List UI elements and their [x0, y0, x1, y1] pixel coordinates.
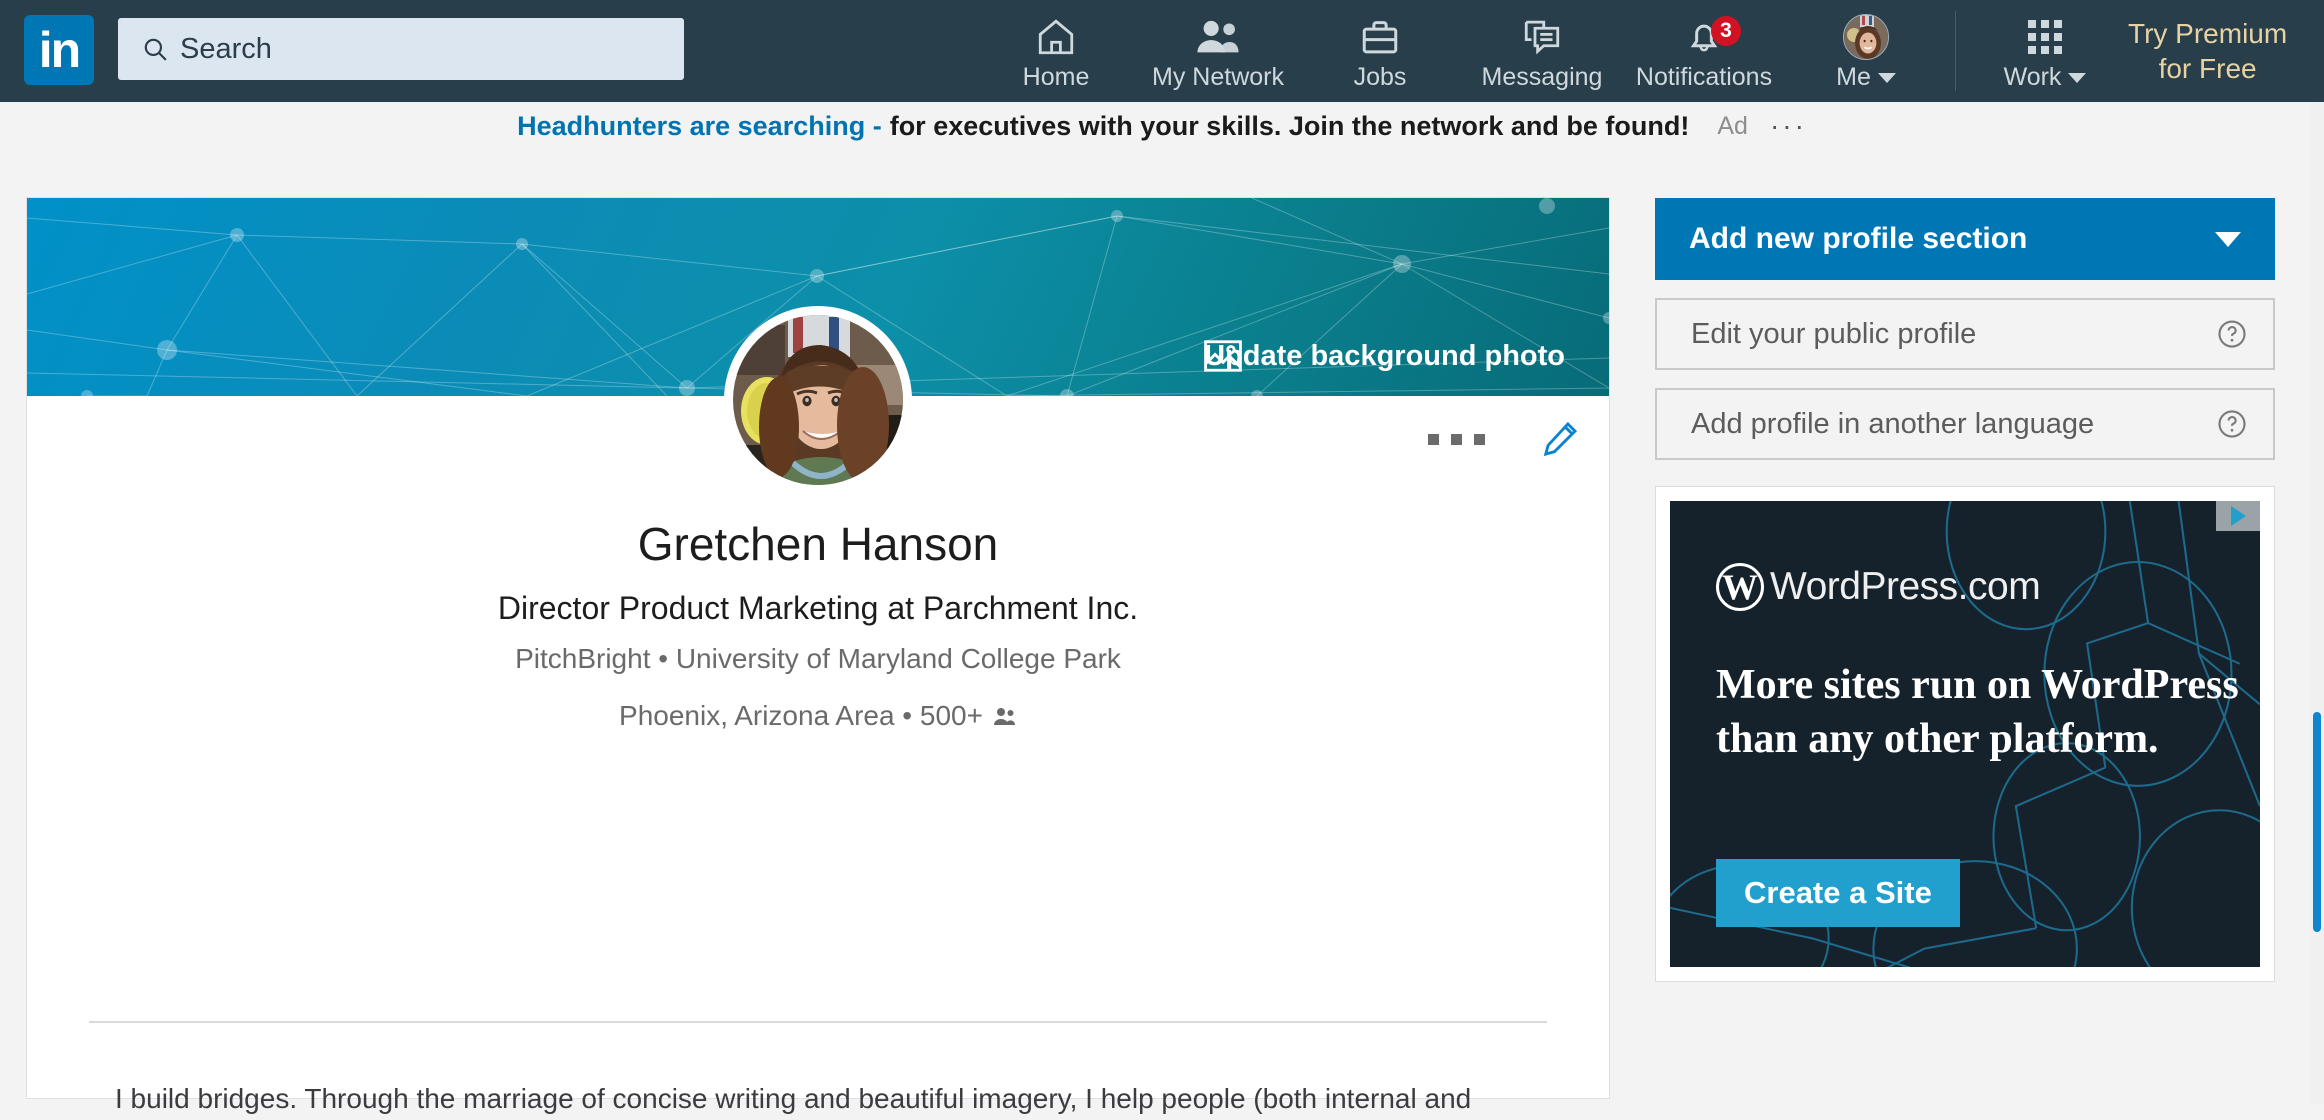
right-rail: Add new profile section Edit your public…	[1655, 198, 2275, 982]
sponsored-banner-link[interactable]: Headhunters are searching -	[517, 111, 882, 142]
create-a-site-button[interactable]: Create a Site	[1716, 859, 1960, 927]
search-icon	[144, 38, 167, 61]
add-profile-another-language-button[interactable]: Add profile in another language	[1655, 388, 2275, 460]
update-background-photo-button[interactable]: Update background photo	[1204, 340, 1565, 373]
edit-public-profile-label: Edit your public profile	[1691, 317, 1977, 350]
wordpress-logo: W WordPress.com	[1716, 563, 2041, 611]
linkedin-logo[interactable]: in	[24, 15, 94, 85]
notifications-badge: 3	[1711, 16, 1741, 46]
try-premium-line1: Try Premium	[2128, 18, 2288, 49]
help-circle-icon[interactable]	[2217, 409, 2247, 439]
profile-identity: Gretchen Hanson Director Product Marketi…	[27, 516, 1609, 732]
wordpress-mark-icon: W	[1716, 563, 1764, 611]
profile-divider	[89, 1021, 1547, 1023]
page-scrollbar-thumb[interactable]	[2313, 712, 2321, 932]
ad-tag: Ad	[1717, 111, 1748, 140]
sponsored-banner-body: for executives with your skills. Join th…	[889, 110, 1690, 141]
avatar-icon	[1843, 14, 1889, 60]
nav-label-work-text: Work	[2003, 63, 2062, 91]
profile-actions	[1428, 420, 1579, 458]
linkedin-logo-text: in	[38, 22, 81, 78]
profile-name: Gretchen Hanson	[637, 518, 999, 570]
advertisement-card[interactable]: W WordPress.com More sites run on WordPr…	[1655, 486, 2275, 982]
edit-public-profile-button[interactable]: Edit your public profile	[1655, 298, 2275, 370]
top-navigation-bar: in Search Home My Network Jobs Messaging…	[0, 0, 2324, 102]
nav-item-my-network[interactable]: My Network	[1137, 0, 1299, 102]
image-icon	[1204, 340, 1242, 372]
advertisement-creative: W WordPress.com More sites run on WordPr…	[1670, 501, 2260, 967]
people-icon	[1194, 14, 1242, 60]
help-circle-icon[interactable]	[2217, 319, 2247, 349]
briefcase-icon	[1359, 14, 1401, 60]
profile-more-actions-button[interactable]	[1428, 433, 1485, 445]
profile-photo[interactable]	[724, 306, 912, 494]
profile-location-text: Phoenix, Arizona Area • 500+	[619, 700, 983, 732]
nav-items: Home My Network Jobs Messaging 3 Notific…	[975, 0, 2126, 102]
nav-label-my-network: My Network	[1152, 63, 1284, 91]
search-input[interactable]: Search	[118, 18, 684, 80]
ad-overflow-menu[interactable]: ···	[1770, 110, 1807, 142]
profile-card: Update background photo Gretchen Hanson …	[27, 198, 1609, 1114]
nav-item-messaging[interactable]: Messaging	[1461, 0, 1623, 102]
nav-label-work: Work	[2004, 63, 2087, 92]
nav-item-me[interactable]: Me	[1785, 0, 1947, 102]
nav-label-notifications: Notifications	[1635, 63, 1773, 91]
wordpress-wordmark: WordPress.com	[1770, 565, 2041, 608]
nav-label-me: Me	[1836, 63, 1896, 92]
add-new-profile-section-button[interactable]: Add new profile section	[1655, 198, 2275, 280]
nav-item-notifications[interactable]: 3 Notifications	[1623, 0, 1785, 102]
nav-label-home: Home	[1022, 63, 1090, 91]
nav-divider	[1955, 11, 1956, 91]
try-premium-link[interactable]: Try Premium for Free	[2128, 0, 2287, 102]
ad-choices-icon[interactable]	[2216, 501, 2260, 531]
profile-photo-image	[733, 315, 903, 485]
message-icon	[1520, 14, 1564, 60]
chevron-down-icon	[2215, 231, 2241, 247]
connections-icon	[993, 708, 1015, 726]
sponsored-banner: Headhunters are searching - for executiv…	[0, 102, 2324, 150]
profile-location-connections: Phoenix, Arizona Area • 500+	[27, 700, 1609, 732]
home-icon	[1034, 14, 1078, 60]
nav-item-work[interactable]: Work	[1964, 0, 2126, 102]
search-placeholder: Search	[180, 32, 272, 65]
add-profile-another-language-label: Add profile in another language	[1691, 407, 2095, 440]
nav-label-me-text: Me	[1836, 63, 1871, 91]
nav-item-home[interactable]: Home	[975, 0, 1137, 102]
try-premium-line2: for Free	[2158, 53, 2257, 84]
nav-item-jobs[interactable]: Jobs	[1299, 0, 1461, 102]
chevron-down-icon	[2068, 72, 2087, 83]
edit-pencil-icon[interactable]	[1541, 420, 1579, 458]
profile-company-school: PitchBright • University of Maryland Col…	[515, 643, 1121, 675]
add-new-profile-section-label: Add new profile section	[1689, 222, 2028, 255]
page-scrollbar[interactable]	[2310, 102, 2324, 1104]
chevron-down-icon	[1877, 72, 1896, 83]
grid-icon	[2028, 14, 2062, 60]
update-background-photo-label: Update background photo	[1204, 340, 1565, 372]
nav-label-jobs: Jobs	[1353, 63, 1407, 91]
profile-headline: Director Product Marketing at Parchment …	[497, 589, 1139, 626]
ad-headline: More sites run on WordPress than any oth…	[1716, 662, 2239, 762]
avatar	[1843, 14, 1889, 60]
nav-label-messaging: Messaging	[1481, 63, 1603, 91]
profile-summary-text: I build bridges. Through the marriage of…	[115, 1083, 1472, 1114]
